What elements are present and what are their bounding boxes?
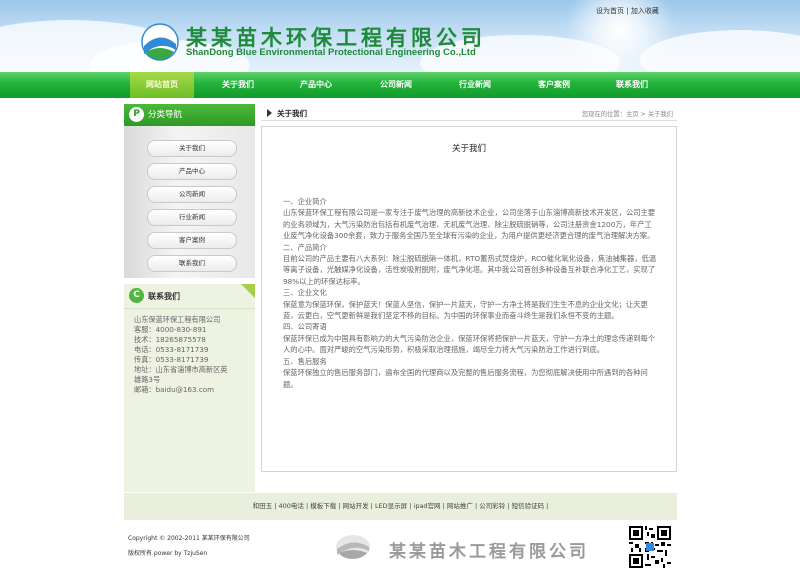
nav-item-industry-news[interactable]: 行业新闻 [443, 72, 507, 98]
page-title: 关于我们 [451, 144, 486, 154]
footer-link-separator: | [368, 502, 373, 510]
contact-line: 山东保蓝环保工程有限公司 [134, 315, 221, 324]
arrow-right-icon [267, 109, 272, 117]
paragraph: 保蓝意为保蓝环保，保护蓝天！保蓝人坚信，保护一片蓝天，守护一方净土将是我们生生不… [283, 299, 648, 321]
category-nav-title: 分类导航 [148, 110, 183, 120]
nav-item-contact[interactable]: 联系我们 [600, 72, 664, 98]
paragraph: 保蓝环保已成为中国具有影响力的大气污染防治企业，保蓝环保将把保护一片蓝天，守护一… [283, 333, 656, 355]
breadcrumb-current: 关于我们 [647, 111, 673, 118]
section-heading: 一、企业简介 [283, 197, 327, 206]
nav-item-cases[interactable]: 客户案例 [522, 72, 586, 98]
brand-name-en: ShanDong Blue Environmental Protectional… [186, 47, 476, 58]
section-heading: 三、企业文化 [283, 288, 327, 298]
contact-badge-icon: C [129, 288, 144, 303]
paragraph: 保蓝环保独立的售后服务部门，遍布全国的代理商以及完整的售后服务流程，为您彻底解决… [283, 368, 648, 389]
add-favorite-link[interactable]: 加入收藏 [631, 7, 659, 15]
footer-link[interactable]: 400电话 [278, 502, 303, 510]
sidebar-item-industry-news[interactable]: 行业新闻 [147, 209, 237, 226]
breadcrumb-prefix: 您现在的位置： [581, 111, 626, 118]
article-body: 一、企业简介 山东保蓝环保工程有限公司是一家专注于废气治理的高新技术企业，公司坐… [283, 196, 659, 390]
section-header: 关于我们 您现在的位置：主页 > 关于我们 [261, 106, 677, 121]
category-menu: 关于我们 产品中心 公司新闻 行业新闻 客户案例 联系我们 [124, 126, 255, 278]
contact-line: 邮箱：baidu@163.com [134, 385, 215, 394]
nav-item-company-news[interactable]: 公司新闻 [364, 72, 428, 98]
contact-title: 联系我们 [148, 292, 180, 301]
footer-link[interactable]: ipad官网 [414, 502, 441, 510]
sidebar-item-contact[interactable]: 联系我们 [147, 255, 237, 272]
footer-link[interactable]: 网站开发 [343, 502, 369, 510]
footer-link[interactable]: LED显示屏 [375, 502, 407, 510]
sidebar-item-company-news[interactable]: 公司新闻 [147, 186, 237, 203]
category-nav-header: P 分类导航 [124, 104, 255, 126]
paragraph: 目前公司的产品主要有八大系列：除尘脱硫脱硝一体机，RTO蓄热式焚烧炉，RCO催化… [283, 254, 657, 286]
top-links-separator: | [626, 7, 629, 15]
section-title: 关于我们 [277, 109, 307, 118]
breadcrumb-separator: > [638, 111, 648, 118]
contact-line: 客服：4000-830-891 [134, 325, 207, 334]
qr-code [629, 526, 671, 568]
breadcrumb-home-link[interactable]: 主页 [626, 111, 639, 118]
footer-links: 和田玉 | 400电话 | 模板下载 | 网站开发 | LED显示屏 | ipa… [124, 493, 677, 520]
sidebar-item-about[interactable]: 关于我们 [147, 140, 237, 157]
nav-item-about[interactable]: 关于我们 [206, 72, 270, 98]
footer-link-separator: | [472, 502, 478, 510]
copyright-text: Copyright © 2002-2011 某某环保有限公司 [128, 535, 250, 542]
corner-decoration [241, 284, 255, 298]
category-nav-badge-icon: P [129, 107, 144, 122]
footer-link-separator: | [272, 502, 277, 510]
nav-item-home[interactable]: 网站首页 [130, 72, 194, 98]
sidebar: P 分类导航 关于我们 产品中心 公司新闻 行业新闻 客户案例 联系我们 C 联… [124, 104, 255, 492]
contact-line: 雄路3号 [134, 375, 161, 384]
footer-logo [336, 535, 370, 559]
footer-link-separator: | [303, 502, 309, 510]
footer-link-separator: | [544, 502, 549, 510]
breadcrumb: 您现在的位置：主页 > 关于我们 [582, 109, 673, 118]
top-links: 设为首页 | 加入收藏 [596, 6, 659, 16]
header-banner: 某某苗木环保工程有限公司 ShanDong Blue Environmental… [0, 0, 800, 72]
section-heading: 二、产品简介 [283, 242, 327, 252]
footer-link-separator: | [336, 502, 341, 510]
article-panel: 关于我们 一、企业简介 山东保蓝环保工程有限公司是一家专注于废气治理的高新技术企… [261, 126, 677, 472]
nav-item-products[interactable]: 产品中心 [284, 72, 348, 98]
footer-link[interactable]: 和田玉 [253, 502, 273, 510]
footer-link-separator: | [407, 502, 412, 510]
footer-link[interactable]: 公司彩铃 [479, 502, 505, 510]
rights-text: 版权所有 power by TzjuSen [128, 550, 208, 557]
section-heading: 四、公司寄语 [283, 322, 327, 332]
footer-link[interactable]: 短信验证码 [512, 502, 545, 510]
footer-link-separator: | [440, 502, 445, 510]
contact-line: 传真：0533-8171739 [134, 355, 209, 364]
sidebar-item-products[interactable]: 产品中心 [147, 163, 237, 180]
footer-link[interactable]: 模板下载 [310, 502, 336, 510]
contact-line: 地址：山东省淄博市高新区英 [134, 365, 228, 374]
footer-link-separator: | [505, 502, 510, 510]
set-homepage-link[interactable]: 设为首页 [596, 7, 624, 15]
main-nav: 网站首页 关于我们 产品中心 公司新闻 行业新闻 客户案例 联系我们 [0, 72, 800, 98]
section-heading: 五、售后服务 [283, 356, 327, 366]
footer-brand-name: 某某苗木工程有限公司 [389, 542, 589, 562]
contact-info: 山东保蓝环保工程有限公司 客服：4000-830-891 技术：18265875… [124, 309, 255, 492]
company-logo [141, 23, 179, 61]
paragraph: 山东保蓝环保工程有限公司是一家专注于废气治理的高新技术企业，公司坐落于山东淄博高… [283, 208, 656, 241]
footer-link[interactable]: 网站推广 [447, 502, 473, 510]
contact-line: 电话：0533-8171739 [134, 345, 209, 354]
contact-line: 技术：18265875578 [134, 335, 206, 344]
sidebar-item-cases[interactable]: 客户案例 [147, 232, 237, 249]
contact-header: C 联系我们 [124, 284, 255, 309]
